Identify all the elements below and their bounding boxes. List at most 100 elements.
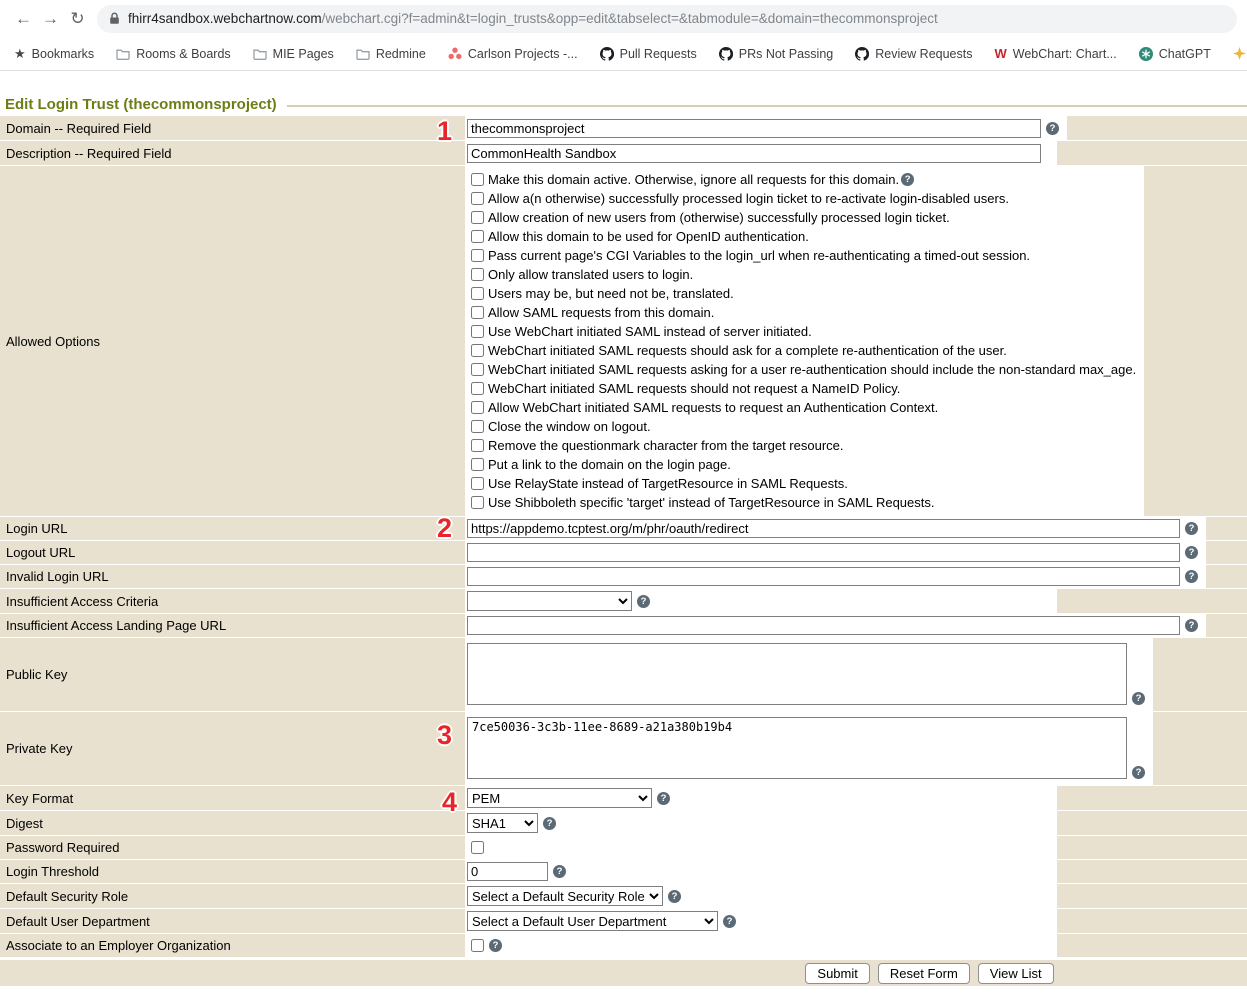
bookmark-label: ChatGPT (1159, 47, 1211, 61)
bookmark-item-chatgpt[interactable]: ChatGPT (1139, 47, 1211, 61)
help-icon[interactable] (553, 865, 566, 878)
insufficient-access-criteria-select[interactable] (467, 591, 632, 611)
bookmark-item-bookmarks[interactable]: ★ Bookmarks (14, 47, 94, 61)
reset-form-button[interactable]: Reset Form (878, 963, 970, 984)
login-threshold-input[interactable] (467, 862, 548, 881)
form-row-insufficient-access-criteria: Insufficient Access Criteria (0, 589, 1247, 613)
allowed-option-label: Use RelayState instead of TargetResource… (488, 476, 848, 491)
allowed-option-item: Allow creation of new users from (otherw… (471, 208, 1136, 227)
bookmark-item-carlson-projects[interactable]: Carlson Projects -... (448, 47, 578, 61)
row-filler (1057, 836, 1247, 859)
help-icon[interactable] (543, 817, 556, 830)
help-icon[interactable] (723, 915, 736, 928)
back-button[interactable]: ← (10, 9, 37, 29)
invalid-login-url-input[interactable] (467, 567, 1180, 586)
allowed-option-label: Allow this domain to be used for OpenID … (488, 229, 809, 244)
logout-url-input[interactable] (467, 543, 1180, 562)
help-icon[interactable] (637, 595, 650, 608)
help-icon[interactable] (1185, 546, 1198, 559)
allowed-option-checkbox[interactable] (471, 173, 484, 186)
key-format-select[interactable]: PEM (467, 788, 652, 808)
form-row-description: Description -- Required Field (0, 141, 1247, 165)
url-bar[interactable]: fhirr4sandbox.webchartnow.com/webchart.c… (97, 5, 1237, 33)
bookmark-label: Pull Requests (620, 47, 697, 61)
field-label-invalid-login-url: Invalid Login URL (0, 565, 465, 588)
row-filler (1057, 909, 1247, 933)
password-required-checkbox[interactable] (471, 841, 484, 854)
bookmark-item-redmine[interactable]: Redmine (356, 47, 426, 61)
forward-button[interactable]: → (37, 9, 64, 29)
bookmark-label: Rooms & Boards (136, 47, 230, 61)
help-icon[interactable] (668, 890, 681, 903)
help-icon[interactable] (1046, 122, 1059, 135)
bookmark-item-prs-not-passing[interactable]: PRs Not Passing (719, 47, 833, 61)
allowed-option-checkbox[interactable] (471, 401, 484, 414)
domain-input[interactable] (467, 119, 1041, 138)
help-icon[interactable] (657, 792, 670, 805)
help-icon[interactable] (1185, 522, 1198, 535)
allowed-option-checkbox[interactable] (471, 192, 484, 205)
allowed-option-checkbox[interactable] (471, 439, 484, 452)
folder-icon (253, 48, 267, 60)
bookmark-item-webchart[interactable]: W WebChart: Chart... (994, 47, 1116, 61)
allowed-option-checkbox[interactable] (471, 287, 484, 300)
allowed-option-checkbox[interactable] (471, 344, 484, 357)
allowed-option-item: WebChart initiated SAML requests should … (471, 341, 1136, 360)
allowed-option-checkbox[interactable] (471, 420, 484, 433)
help-icon[interactable] (489, 939, 502, 952)
help-icon[interactable] (1185, 570, 1198, 583)
bookmark-item-mie-pages[interactable]: MIE Pages (253, 47, 334, 61)
allowed-option-label: Pass current page's CGI Variables to the… (488, 248, 1030, 263)
form-row-digest: Digest SHA1 (0, 811, 1247, 835)
field-label-default-security-role: Default Security Role (0, 884, 465, 908)
allowed-option-checkbox[interactable] (471, 249, 484, 262)
allowed-option-checkbox[interactable] (471, 496, 484, 509)
allowed-option-label: WebChart initiated SAML requests should … (488, 343, 1007, 358)
allowed-option-checkbox[interactable] (471, 458, 484, 471)
bookmark-label: Review Requests (875, 47, 972, 61)
bookmark-item-pull-requests[interactable]: Pull Requests (600, 47, 697, 61)
allowed-option-item: Close the window on logout. (471, 417, 1136, 436)
folder-icon (116, 48, 130, 60)
allowed-option-checkbox[interactable] (471, 477, 484, 490)
public-key-textarea[interactable] (467, 643, 1127, 705)
associate-employer-checkbox[interactable] (471, 939, 484, 952)
bookmark-item-review-requests[interactable]: Review Requests (855, 47, 972, 61)
login-url-input[interactable] (467, 519, 1180, 538)
bookmark-item-acc[interactable]: Acc (1233, 47, 1247, 61)
submit-button[interactable]: Submit (805, 963, 869, 984)
view-list-button[interactable]: View List (978, 963, 1054, 984)
heading-rule (287, 105, 1247, 107)
allowed-option-label: WebChart initiated SAML requests asking … (488, 362, 1136, 377)
allowed-option-checkbox[interactable] (471, 268, 484, 281)
help-icon[interactable] (901, 173, 914, 186)
field-label-login-threshold: Login Threshold (0, 860, 465, 883)
allowed-option-item: Allow SAML requests from this domain. (471, 303, 1136, 322)
private-key-textarea[interactable]: 7ce50036-3c3b-11ee-8689-a21a380b19b4 (467, 717, 1127, 779)
allowed-option-checkbox[interactable] (471, 230, 484, 243)
help-icon[interactable] (1185, 619, 1198, 632)
allowed-option-checkbox[interactable] (471, 211, 484, 224)
bookmark-label: MIE Pages (273, 47, 334, 61)
allowed-option-checkbox[interactable] (471, 325, 484, 338)
row-filler (1153, 638, 1247, 711)
allowed-option-item: Use RelayState instead of TargetResource… (471, 474, 1136, 493)
field-label-description: Description -- Required Field (0, 141, 465, 165)
allowed-option-item: Use WebChart initiated SAML instead of s… (471, 322, 1136, 341)
allowed-option-checkbox[interactable] (471, 306, 484, 319)
help-icon[interactable] (1132, 692, 1145, 705)
insufficient-access-landing-input[interactable] (467, 616, 1180, 635)
help-icon[interactable] (1132, 766, 1145, 779)
allowed-option-checkbox[interactable] (471, 363, 484, 376)
bookmark-item-rooms-boards[interactable]: Rooms & Boards (116, 47, 230, 61)
digest-select[interactable]: SHA1 (467, 813, 538, 833)
field-label-public-key: Public Key (0, 638, 465, 711)
row-filler (1057, 786, 1247, 810)
field-label-logout-url: Logout URL (0, 541, 465, 564)
default-security-role-select[interactable]: Select a Default Security Role (467, 886, 663, 906)
reload-button[interactable]: ↻ (64, 9, 91, 29)
allowed-option-checkbox[interactable] (471, 382, 484, 395)
default-user-department-select[interactable]: Select a Default User Department (467, 911, 718, 931)
description-input[interactable] (467, 144, 1041, 163)
browser-toolbar: ← → ↻ fhirr4sandbox.webchartnow.com/webc… (0, 0, 1247, 37)
